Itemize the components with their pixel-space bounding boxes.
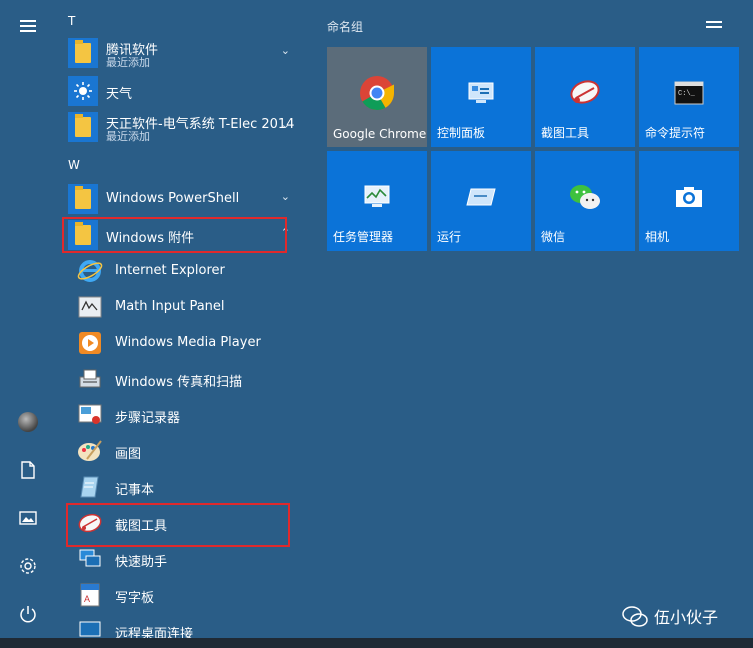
tile-label: 任务管理器 — [333, 230, 394, 244]
wechat-logo-icon — [622, 606, 648, 627]
paint-icon — [76, 437, 104, 465]
tile-command-prompt[interactable]: C:\_ 命令提示符 — [639, 47, 739, 147]
sub-item-ie[interactable]: Internet Explorer — [72, 254, 312, 288]
sub-item-fax-scan[interactable]: Windows 传真和扫描 — [72, 362, 312, 396]
tile-task-manager[interactable]: 任务管理器 — [327, 151, 427, 251]
app-accessories-folder[interactable]: Windows 附件 ⌃ — [64, 218, 304, 252]
command-prompt-icon: C:\_ — [671, 75, 707, 111]
wordpad-icon: A — [76, 581, 104, 609]
tile-camera[interactable]: 相机 — [639, 151, 739, 251]
watermark-text: 伍小伙子 — [654, 608, 719, 627]
sub-item-label: 画图 — [115, 447, 142, 462]
tile-group-title[interactable]: 命名组 — [327, 18, 363, 35]
folder-icon — [68, 184, 98, 214]
letter-header-w[interactable]: W — [68, 158, 80, 172]
run-icon — [463, 179, 499, 215]
app-list: T 腾讯软件 最近添加 ⌄ 天气 天正软件-电气系统 T-Elec 2014 最… — [56, 0, 316, 648]
snipping-tool-icon — [76, 509, 104, 537]
sub-item-label: 写字板 — [115, 591, 155, 606]
tile-label: 控制面板 — [437, 126, 486, 140]
tile-label: Google Chrome — [333, 127, 427, 141]
letter-header-t[interactable]: T — [68, 14, 75, 28]
sub-item-notepad[interactable]: 记事本 — [72, 470, 312, 504]
svg-text:A: A — [84, 594, 90, 604]
notepad-icon — [76, 473, 104, 501]
sub-item-label: Windows 传真和扫描 — [115, 375, 243, 390]
chevron-up-icon[interactable]: ⌃ — [281, 226, 290, 239]
start-rail — [0, 0, 56, 648]
document-icon[interactable] — [8, 452, 48, 488]
sub-item-label: 记事本 — [115, 483, 155, 498]
steps-recorder-icon — [76, 401, 104, 429]
quick-assist-icon — [76, 545, 104, 573]
sub-item-label: 步骤记录器 — [115, 411, 181, 426]
folder-icon — [68, 220, 98, 250]
camera-icon — [671, 179, 707, 215]
tile-label: 微信 — [541, 230, 566, 244]
sun-icon — [68, 76, 98, 106]
sub-item-label: Windows Media Player — [115, 335, 261, 350]
tile-label: 相机 — [645, 230, 670, 244]
task-manager-icon — [359, 179, 395, 215]
tile-label: 截图工具 — [541, 126, 590, 140]
tile-wechat[interactable]: 微信 — [535, 151, 635, 251]
pictures-icon[interactable] — [8, 500, 48, 536]
watermark: 伍小伙子 — [622, 604, 718, 628]
tile-snipping-tool[interactable]: 截图工具 — [535, 47, 635, 147]
group-menu-icon[interactable] — [706, 18, 722, 32]
sub-item-media-player[interactable]: Windows Media Player — [72, 326, 312, 360]
sub-item-label: 快速助手 — [115, 555, 168, 570]
tile-run[interactable]: 运行 — [431, 151, 531, 251]
chevron-down-icon[interactable]: ⌄ — [281, 190, 290, 203]
tile-label: 命令提示符 — [645, 126, 706, 140]
fax-scan-icon — [76, 365, 104, 393]
app-weather[interactable]: 天气 — [64, 74, 304, 108]
media-player-icon — [76, 329, 104, 357]
power-icon[interactable] — [8, 596, 48, 632]
app-tencent-folder[interactable]: 腾讯软件 最近添加 ⌄ — [64, 36, 304, 70]
app-name: 天气 — [106, 87, 133, 102]
app-tangent-folder[interactable]: 天正软件-电气系统 T-Elec 2014 最近添加 ⌄ — [64, 110, 304, 144]
sub-item-quick-assist[interactable]: 快速助手 — [72, 542, 312, 576]
sub-item-paint[interactable]: 画图 — [72, 434, 312, 468]
folder-icon — [68, 38, 98, 68]
sub-item-wordpad[interactable]: A 写字板 — [72, 578, 312, 612]
wechat-icon — [567, 179, 603, 215]
sub-item-math-input[interactable]: Math Input Panel — [72, 290, 312, 324]
app-powershell-folder[interactable]: Windows PowerShell ⌄ — [64, 182, 304, 216]
math-input-icon — [76, 293, 104, 321]
user-avatar[interactable] — [8, 404, 48, 440]
sub-item-label: Internet Explorer — [115, 263, 225, 278]
sub-item-label: 截图工具 — [115, 519, 168, 534]
menu-icon[interactable] — [8, 8, 48, 44]
taskbar[interactable] — [0, 638, 753, 648]
snipping-tool-icon — [567, 75, 603, 111]
tile-control-panel[interactable]: 控制面板 — [431, 47, 531, 147]
sub-item-steps-recorder[interactable]: 步骤记录器 — [72, 398, 312, 432]
recently-added-label: 最近添加 — [106, 56, 150, 69]
tile-label: 运行 — [437, 230, 462, 244]
recently-added-label: 最近添加 — [106, 130, 150, 143]
svg-text:C:\_: C:\_ — [678, 90, 696, 98]
settings-icon[interactable] — [8, 548, 48, 584]
chevron-down-icon[interactable]: ⌄ — [281, 44, 290, 57]
app-name: Windows PowerShell — [106, 191, 240, 206]
internet-explorer-icon — [76, 257, 104, 285]
control-panel-icon — [463, 75, 499, 111]
sub-item-snipping-tool[interactable]: 截图工具 — [72, 506, 312, 540]
app-name: Windows 附件 — [106, 231, 195, 246]
chrome-icon — [359, 75, 395, 111]
folder-icon — [68, 112, 98, 142]
chevron-down-icon[interactable]: ⌄ — [281, 118, 290, 131]
tile-google-chrome[interactable]: Google Chrome — [327, 47, 427, 147]
sub-item-label: Math Input Panel — [115, 299, 225, 314]
